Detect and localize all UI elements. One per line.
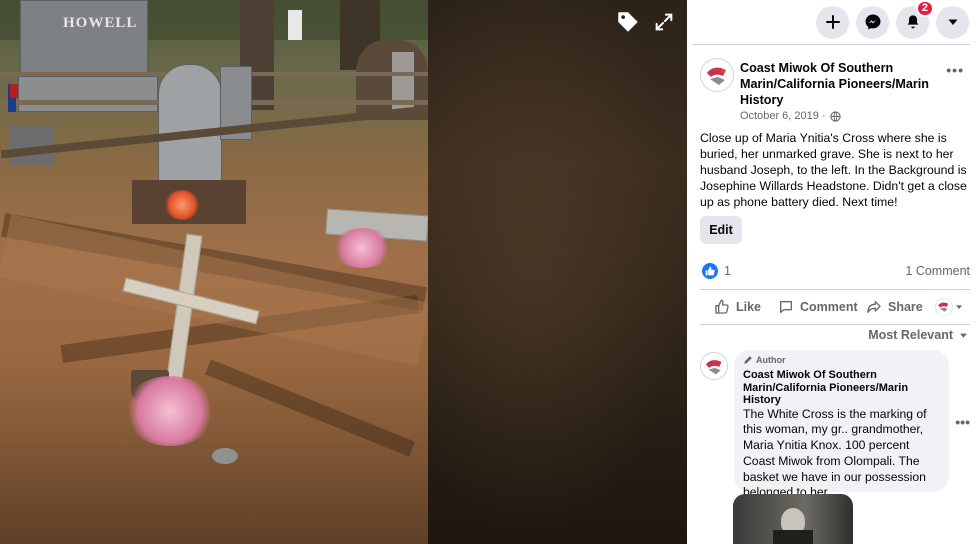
comment-count-link[interactable]: 1 Comment <box>905 264 970 278</box>
edit-button[interactable]: Edit <box>700 216 742 244</box>
comment-options-button[interactable]: ••• <box>955 414 970 430</box>
comment-text: The White Cross is the marking of this w… <box>743 406 927 500</box>
post-date[interactable]: October 6, 2019 · <box>740 110 826 122</box>
messenger-icon <box>865 14 880 30</box>
caret-down-icon <box>948 19 957 25</box>
account-button[interactable] <box>936 5 969 39</box>
commenter-name-link[interactable]: Coast Miwok Of Southern Marin/California… <box>743 369 940 407</box>
reactions-summary: 1 1 Comment <box>700 263 970 281</box>
like-reaction-icon[interactable] <box>702 263 718 279</box>
blurred-background <box>428 0 687 544</box>
page-name-link[interactable]: Coast Miwok Of Southern Marin/California… <box>740 60 950 108</box>
actions-divider-bottom <box>700 324 970 325</box>
post-options-button[interactable]: ••• <box>946 62 964 78</box>
notifications-button[interactable]: 2 <box>896 0 934 39</box>
commenter-avatar[interactable] <box>700 352 728 380</box>
thumbs-up-icon <box>715 299 729 314</box>
actions-divider <box>700 289 970 290</box>
comment-label: Comment <box>800 300 858 314</box>
pencil-icon <box>744 356 752 364</box>
howell-headstone: HOWELL <box>20 0 148 80</box>
photo-viewer: HOWELL <box>0 0 687 544</box>
page-avatar-small-icon <box>935 298 953 316</box>
bell-icon <box>907 15 918 29</box>
caret-down-small-icon <box>956 305 962 309</box>
top-divider <box>693 44 970 45</box>
caret-down-icon <box>960 333 967 338</box>
expand-icon[interactable] <box>650 8 678 36</box>
lily-flower <box>124 376 216 446</box>
comment-icon <box>780 301 792 313</box>
comment-photo-attachment[interactable] <box>733 494 853 544</box>
like-label: Like <box>736 300 762 314</box>
notifications-badge: 2 <box>915 0 934 17</box>
share-label: Share <box>888 300 923 314</box>
willard-headstone <box>158 64 222 186</box>
post-panel: 2 Coast Miwok Of Southern Marin/Californ… <box>687 0 976 544</box>
plus-icon <box>825 15 840 29</box>
headstone-label: HOWELL <box>63 15 138 31</box>
messenger-button[interactable] <box>856 5 889 39</box>
post-actions: Like Comment Share <box>700 293 970 321</box>
comment-sort-dropdown[interactable]: Most Relevant <box>868 328 968 342</box>
share-as-selector[interactable] <box>935 298 963 316</box>
create-button[interactable] <box>816 5 849 39</box>
sort-label: Most Relevant <box>868 328 953 342</box>
post-meta: October 6, 2019 · <box>740 110 841 122</box>
page-avatar[interactable] <box>700 58 734 92</box>
post-photo: HOWELL <box>0 0 428 544</box>
post-text: Close up of Maria Ynitia's Cross where s… <box>700 131 967 209</box>
top-bar: 2 <box>687 0 976 44</box>
globe-icon <box>829 110 841 122</box>
tag-icon[interactable] <box>614 8 642 36</box>
comment-bubble: Author Coast Miwok Of Southern Marin/Cal… <box>734 350 949 499</box>
author-badge: Author <box>743 355 940 365</box>
share-button[interactable]: Share <box>866 299 923 315</box>
share-icon <box>867 301 881 313</box>
like-button[interactable]: Like <box>714 299 761 315</box>
comment-button[interactable]: Comment <box>778 299 858 315</box>
reaction-count[interactable]: 1 <box>724 264 731 278</box>
